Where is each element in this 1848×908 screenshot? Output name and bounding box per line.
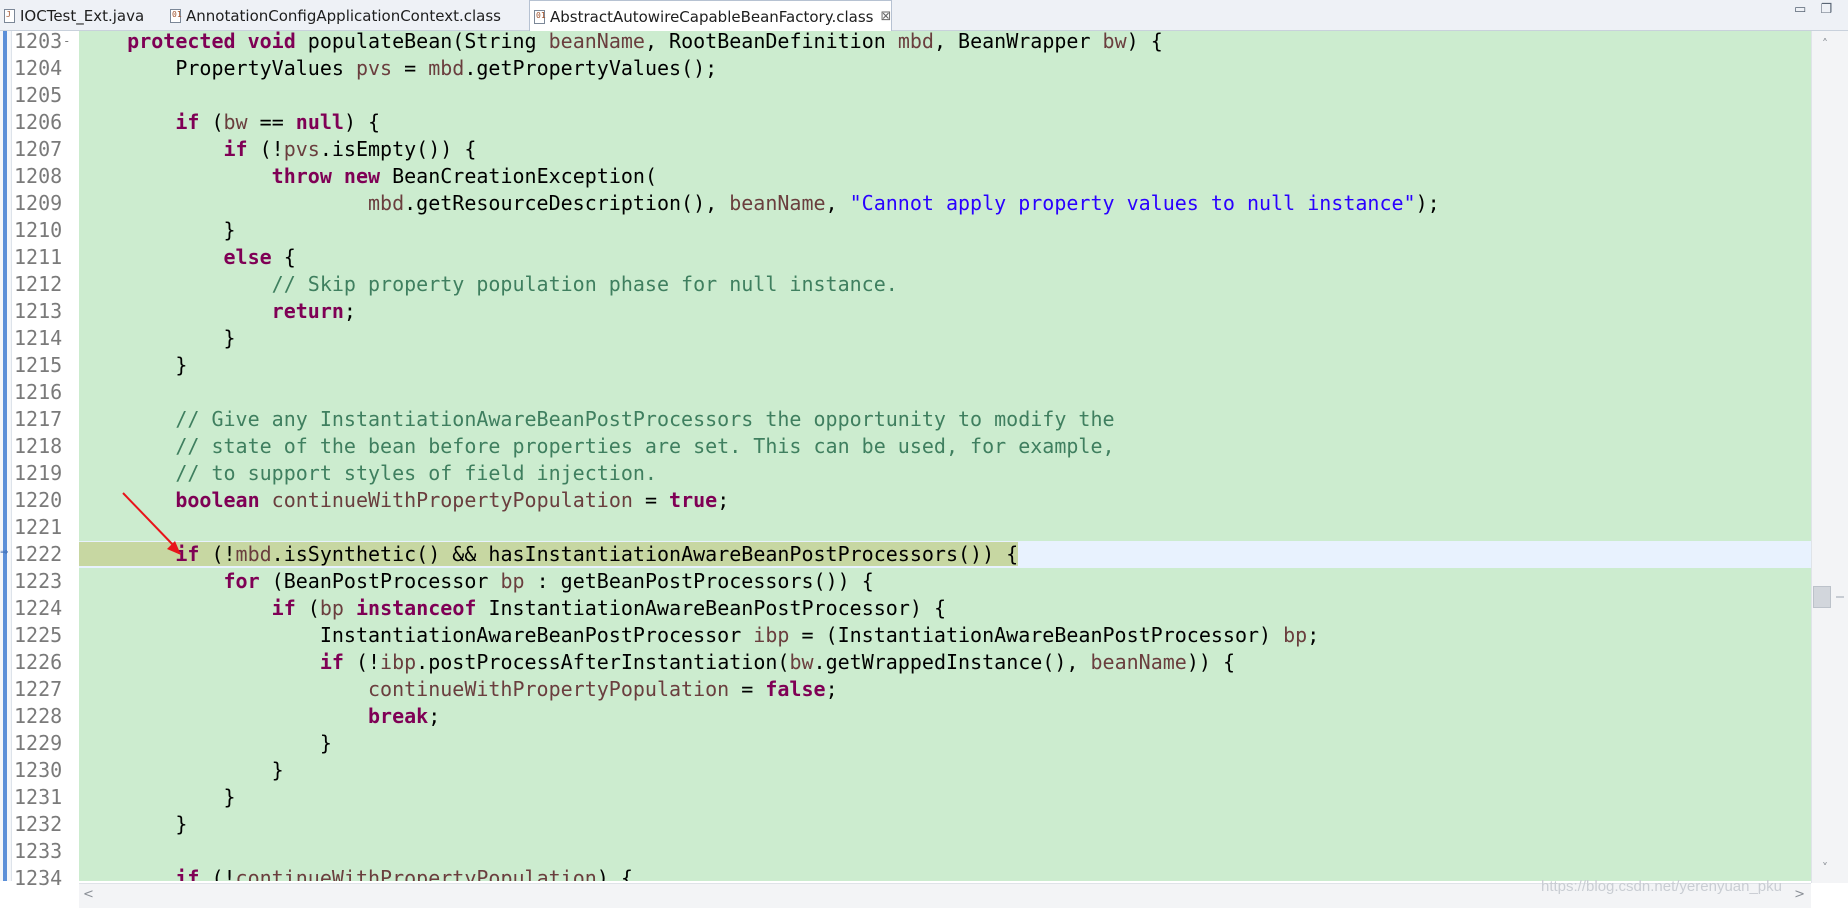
- line-number: 1207: [14, 137, 63, 161]
- line-number: 1232: [14, 812, 63, 836]
- code-line[interactable]: [79, 514, 1811, 541]
- tab-label: AbstractAutowireCapableBeanFactory.class: [550, 7, 874, 26]
- line-number-gutter: 1203- 1204 1205 1206 1207 1208 1209 1210 1211 121…: [12, 29, 78, 890]
- overview-ruler: ⇒: [0, 31, 12, 881]
- java-file-icon: J: [4, 8, 15, 23]
- line-number: 1228: [14, 704, 63, 728]
- code-line[interactable]: [79, 379, 1811, 406]
- current-line-marker-icon: ⇒: [0, 547, 9, 558]
- close-tab-icon[interactable]: ⊠: [880, 9, 891, 24]
- code-line[interactable]: continueWithPropertyPopulation = false;: [79, 676, 1811, 703]
- line-number: 1206: [14, 110, 63, 134]
- line-number: 1210: [14, 218, 63, 242]
- scroll-down-icon[interactable]: ˅: [1822, 861, 1828, 875]
- scroll-up-icon[interactable]: ˄: [1822, 37, 1828, 51]
- line-number: 1221: [14, 515, 63, 539]
- line-number: 1223: [14, 569, 63, 593]
- vertical-scrollbar[interactable]: ˄ ˅: [1811, 31, 1848, 883]
- code-line[interactable]: [79, 82, 1811, 109]
- tab-annotationconfigapplicationcontext-class[interactable]: 01 AnnotationConfigApplicationContext.cla…: [166, 0, 501, 31]
- line-number: 1212: [14, 272, 63, 296]
- line-number: 1231: [14, 785, 63, 809]
- code-area[interactable]: protected void populateBean(String beanN…: [79, 31, 1811, 881]
- line-number: 1208: [14, 164, 63, 188]
- line-number: 1216: [14, 380, 63, 404]
- line-number: 1227: [14, 677, 63, 701]
- line-number: 1229: [14, 731, 63, 755]
- line-number: 1203-: [14, 29, 71, 53]
- scroll-right-icon[interactable]: >: [1794, 887, 1805, 902]
- code-line[interactable]: if (!ibp.postProcessAfterInstantiation(b…: [79, 649, 1811, 676]
- restore-icon[interactable]: ❐: [1820, 2, 1832, 17]
- line-number: 1205: [14, 83, 63, 107]
- line-number: 1220: [14, 488, 63, 512]
- line-number: 1204: [14, 56, 63, 80]
- code-line[interactable]: }: [79, 352, 1811, 379]
- code-line[interactable]: // Give any InstantiationAwareBeanPostPr…: [79, 406, 1811, 433]
- code-line[interactable]: }: [79, 757, 1811, 784]
- code-line[interactable]: boolean continueWithPropertyPopulation =…: [79, 487, 1811, 514]
- code-line[interactable]: }: [79, 784, 1811, 811]
- code-line[interactable]: protected void populateBean(String beanN…: [79, 31, 1811, 55]
- arrow-shaft: [122, 492, 176, 548]
- tab-label: IOCTest_Ext.java: [20, 6, 145, 25]
- code-editor[interactable]: ⇒ 1203- 1204 1205 1206 1207 1208 1209 1210 1211 1…: [0, 29, 1848, 891]
- vertical-scroll-thumb[interactable]: [1813, 586, 1831, 608]
- code-line[interactable]: return;: [79, 298, 1811, 325]
- line-number: 1211: [14, 245, 63, 269]
- code-line[interactable]: [79, 838, 1811, 865]
- window-controls: ▭ ❐: [1794, 2, 1832, 17]
- code-line[interactable]: throw new BeanCreationException(: [79, 163, 1811, 190]
- line-number: 1234: [14, 866, 63, 890]
- line-number: 1213: [14, 299, 63, 323]
- code-line[interactable]: for (BeanPostProcessor bp : getBeanPostP…: [79, 568, 1811, 595]
- code-line[interactable]: if (bp instanceof InstantiationAwareBean…: [79, 595, 1811, 622]
- line-number: 1226: [14, 650, 63, 674]
- editor-tab-bar: J IOCTest_Ext.java 01 AnnotationConfigAppli…: [0, 0, 1848, 32]
- line-number: 1218: [14, 434, 63, 458]
- code-line[interactable]: mbd.getResourceDescription(), beanName, …: [79, 190, 1811, 217]
- scroll-position-mark: [1836, 596, 1844, 598]
- class-file-icon: 01: [170, 8, 182, 23]
- class-file-icon: 01: [534, 9, 546, 24]
- line-number: 1222: [14, 542, 63, 566]
- code-line[interactable]: else {: [79, 244, 1811, 271]
- code-line[interactable]: PropertyValues pvs = mbd.getPropertyValu…: [79, 55, 1811, 82]
- code-line[interactable]: InstantiationAwareBeanPostProcessor ibp …: [79, 622, 1811, 649]
- code-line[interactable]: // state of the bean before properties a…: [79, 433, 1811, 460]
- tab-label: AnnotationConfigApplicationContext.class: [186, 6, 501, 25]
- annotation-arrow-icon: [122, 492, 181, 555]
- code-line[interactable]: }: [79, 730, 1811, 757]
- line-number: 1217: [14, 407, 63, 431]
- tab-abstractautowirecapablebeanfactory-class[interactable]: 01 AbstractAutowireCapableBeanFactory.cla…: [529, 0, 893, 32]
- code-line[interactable]: if (bw == null) {: [79, 109, 1811, 136]
- line-number: 1225: [14, 623, 63, 647]
- code-line[interactable]: // Skip property population phase for nu…: [79, 271, 1811, 298]
- fold-toggle-icon[interactable]: -: [63, 34, 70, 48]
- code-line[interactable]: if (!mbd.isSynthetic() && hasInstantiati…: [79, 541, 1811, 568]
- ruler-bar: [3, 31, 7, 881]
- line-number: 1230: [14, 758, 63, 782]
- minimize-icon[interactable]: ▭: [1794, 2, 1806, 17]
- scroll-left-icon[interactable]: <: [83, 887, 94, 902]
- code-line[interactable]: }: [79, 325, 1811, 352]
- line-number: 1219: [14, 461, 63, 485]
- watermark: https://blog.csdn.net/yerenyuan_pku: [1541, 878, 1782, 895]
- line-number: 1214: [14, 326, 63, 350]
- line-number: 1233: [14, 839, 63, 863]
- arrow-head: [167, 541, 181, 555]
- code-line[interactable]: }: [79, 217, 1811, 244]
- line-number: 1215: [14, 353, 63, 377]
- code-line[interactable]: break;: [79, 703, 1811, 730]
- line-number: 1224: [14, 596, 63, 620]
- code-line[interactable]: // to support styles of field injection.: [79, 460, 1811, 487]
- tab-ioctest-ext-java[interactable]: J IOCTest_Ext.java: [0, 0, 144, 31]
- code-line[interactable]: }: [79, 811, 1811, 838]
- code-line[interactable]: if (!pvs.isEmpty()) {: [79, 136, 1811, 163]
- line-number: 1209: [14, 191, 63, 215]
